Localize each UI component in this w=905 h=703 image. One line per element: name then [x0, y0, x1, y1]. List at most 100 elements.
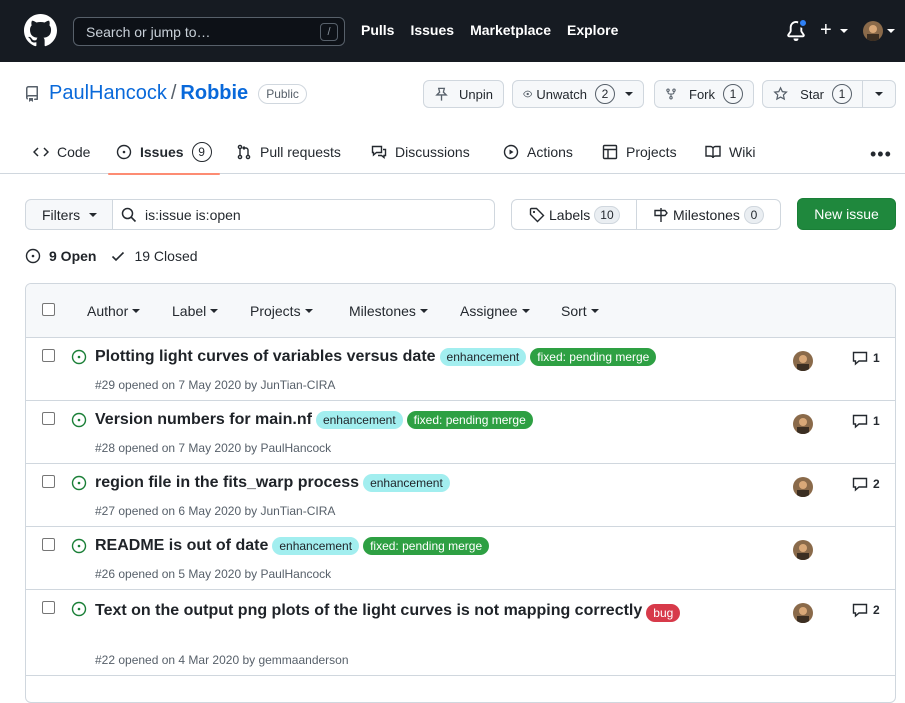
visibility-badge: Public: [258, 83, 307, 104]
issue-checkbox[interactable]: [42, 475, 55, 488]
chevron-down-icon: [132, 309, 141, 313]
nav-pulls-link[interactable]: Pulls: [361, 22, 394, 38]
tab-actions-label: Actions: [527, 144, 573, 160]
comments-link[interactable]: 2: [852, 602, 880, 618]
milestones-filter-dropdown[interactable]: Milestones: [349, 303, 428, 319]
issue-meta: #22 opened on 4 Mar 2020 by gemmaanderso…: [95, 653, 349, 667]
issue-title-link[interactable]: region file in the fits_warp process: [95, 474, 359, 492]
issue-label[interactable]: bug: [646, 604, 681, 622]
author-filter-dropdown[interactable]: Author: [87, 303, 141, 319]
tab-issues-label: Issues: [140, 144, 184, 160]
issue-row[interactable]: Text on the output png plots of the ligh…: [26, 590, 895, 676]
issue-label[interactable]: enhancement: [363, 474, 450, 492]
milestones-count: 0: [743, 205, 764, 224]
select-all-checkbox[interactable]: [42, 303, 55, 316]
tab-discussions[interactable]: Discussions: [371, 130, 470, 174]
user-menu-caret-icon[interactable]: [887, 29, 895, 33]
notifications-bell-icon[interactable]: [786, 18, 808, 41]
milestones-button[interactable]: Milestones 0: [636, 199, 781, 230]
search-icon: [121, 207, 137, 222]
tab-code[interactable]: Code: [33, 130, 90, 174]
issue-checkbox[interactable]: [42, 412, 55, 425]
labels-button[interactable]: Labels 10: [511, 199, 637, 230]
open-issues-link[interactable]: 9 Open: [25, 248, 96, 264]
issue-opened-icon: [71, 601, 87, 617]
comments-link[interactable]: 1: [852, 350, 880, 366]
issue-checkbox[interactable]: [42, 538, 55, 551]
issue-row[interactable]: README is out of date enhancement fixed: p…: [26, 527, 895, 590]
closed-issues-link[interactable]: 19 Closed: [110, 248, 198, 264]
repo-separator: /: [170, 82, 177, 104]
fork-label: Fork: [689, 86, 715, 102]
star-button[interactable]: Star 1: [762, 80, 863, 108]
issue-title-link[interactable]: README is out of date: [95, 537, 268, 555]
star-list-dropdown-button[interactable]: [862, 80, 896, 108]
global-search-input[interactable]: Search or jump to… /: [73, 17, 345, 46]
issue-title-line: region file in the fits_warp process enha…: [95, 474, 795, 492]
issue-label[interactable]: enhancement: [272, 537, 360, 555]
sort-label: Sort: [561, 303, 587, 319]
create-new-plus-icon[interactable]: +: [820, 20, 832, 40]
unpin-button[interactable]: Unpin: [423, 80, 504, 108]
assignee-avatar[interactable]: [793, 603, 813, 623]
new-issue-button[interactable]: New issue: [797, 198, 896, 230]
tab-wiki[interactable]: Wiki: [705, 130, 755, 174]
fork-button[interactable]: Fork 1: [654, 80, 754, 108]
issue-search-input[interactable]: is:issue is:open: [112, 199, 495, 230]
issue-row[interactable]: Version numbers for main.nf enhancement fi…: [26, 401, 895, 464]
issue-row[interactable]: Plotting light curves of variables versu…: [26, 338, 895, 401]
filters-dropdown-button[interactable]: Filters: [25, 199, 113, 230]
fork-count: 1: [723, 84, 743, 104]
issue-label[interactable]: fixed: pending merge: [406, 411, 533, 429]
labels-count: 10: [594, 205, 620, 224]
assignee-avatar[interactable]: [793, 540, 813, 560]
issue-meta: #29 opened on 7 May 2020 by JunTian-CIRA: [95, 378, 336, 392]
label-filter-dropdown[interactable]: Label: [172, 303, 219, 319]
nav-marketplace-link[interactable]: Marketplace: [470, 22, 551, 38]
issue-opened-icon: [116, 144, 132, 160]
tab-code-label: Code: [57, 144, 91, 160]
open-count-label: 9 Open: [49, 248, 97, 264]
tab-projects[interactable]: Projects: [602, 130, 677, 174]
more-kebab-icon[interactable]: •••: [870, 144, 892, 165]
assignee-avatar[interactable]: [793, 414, 813, 434]
issue-label[interactable]: fixed: pending merge: [363, 537, 490, 555]
chevron-down-icon: [590, 309, 599, 313]
issue-label[interactable]: enhancement: [315, 411, 403, 429]
repo-owner-link[interactable]: PaulHancock: [49, 82, 167, 105]
nav-issues-link[interactable]: Issues: [410, 22, 454, 38]
issue-row[interactable]: region file in the fits_warp process enha…: [26, 464, 895, 527]
sort-dropdown[interactable]: Sort: [561, 303, 599, 319]
user-avatar[interactable]: [863, 21, 883, 41]
create-new-caret-icon[interactable]: [840, 29, 848, 33]
issue-title-link[interactable]: Version numbers for main.nf: [95, 411, 312, 429]
nav-explore-link[interactable]: Explore: [567, 22, 618, 38]
tag-icon: [529, 207, 545, 222]
comments-link[interactable]: 1: [852, 413, 880, 429]
chevron-down-icon: [875, 92, 883, 96]
star-count: 1: [832, 84, 852, 104]
assignee-filter-dropdown[interactable]: Assignee: [460, 303, 530, 319]
issue-label[interactable]: enhancement: [439, 348, 527, 366]
issue-title-line: Text on the output png plots of the ligh…: [95, 600, 795, 622]
assignee-avatar[interactable]: [793, 351, 813, 371]
comments-link[interactable]: 2: [852, 476, 880, 492]
issue-checkbox[interactable]: [42, 601, 55, 614]
unwatch-button[interactable]: Unwatch 2: [512, 80, 644, 108]
milestones-label: Milestones: [673, 206, 740, 223]
tab-actions[interactable]: Actions: [503, 130, 573, 174]
github-logo-icon[interactable]: [24, 14, 57, 47]
tab-pull-requests-label: Pull requests: [260, 144, 341, 160]
tab-issues[interactable]: Issues 9: [108, 130, 220, 175]
issue-title-link[interactable]: Text on the output png plots of the ligh…: [95, 602, 642, 620]
comment-count: 2: [873, 603, 880, 617]
assignee-avatar[interactable]: [793, 477, 813, 497]
projects-filter-dropdown[interactable]: Projects: [250, 303, 313, 319]
issue-title-link[interactable]: Plotting light curves of variables versu…: [95, 348, 436, 366]
star-label: Star: [800, 86, 824, 102]
issue-title-line: Version numbers for main.nf enhancement fi…: [95, 411, 795, 429]
repo-name-link[interactable]: Robbie: [180, 82, 248, 105]
tab-pull-requests[interactable]: Pull requests: [236, 130, 341, 174]
issue-checkbox[interactable]: [42, 349, 55, 362]
issue-label[interactable]: fixed: pending merge: [530, 348, 657, 366]
